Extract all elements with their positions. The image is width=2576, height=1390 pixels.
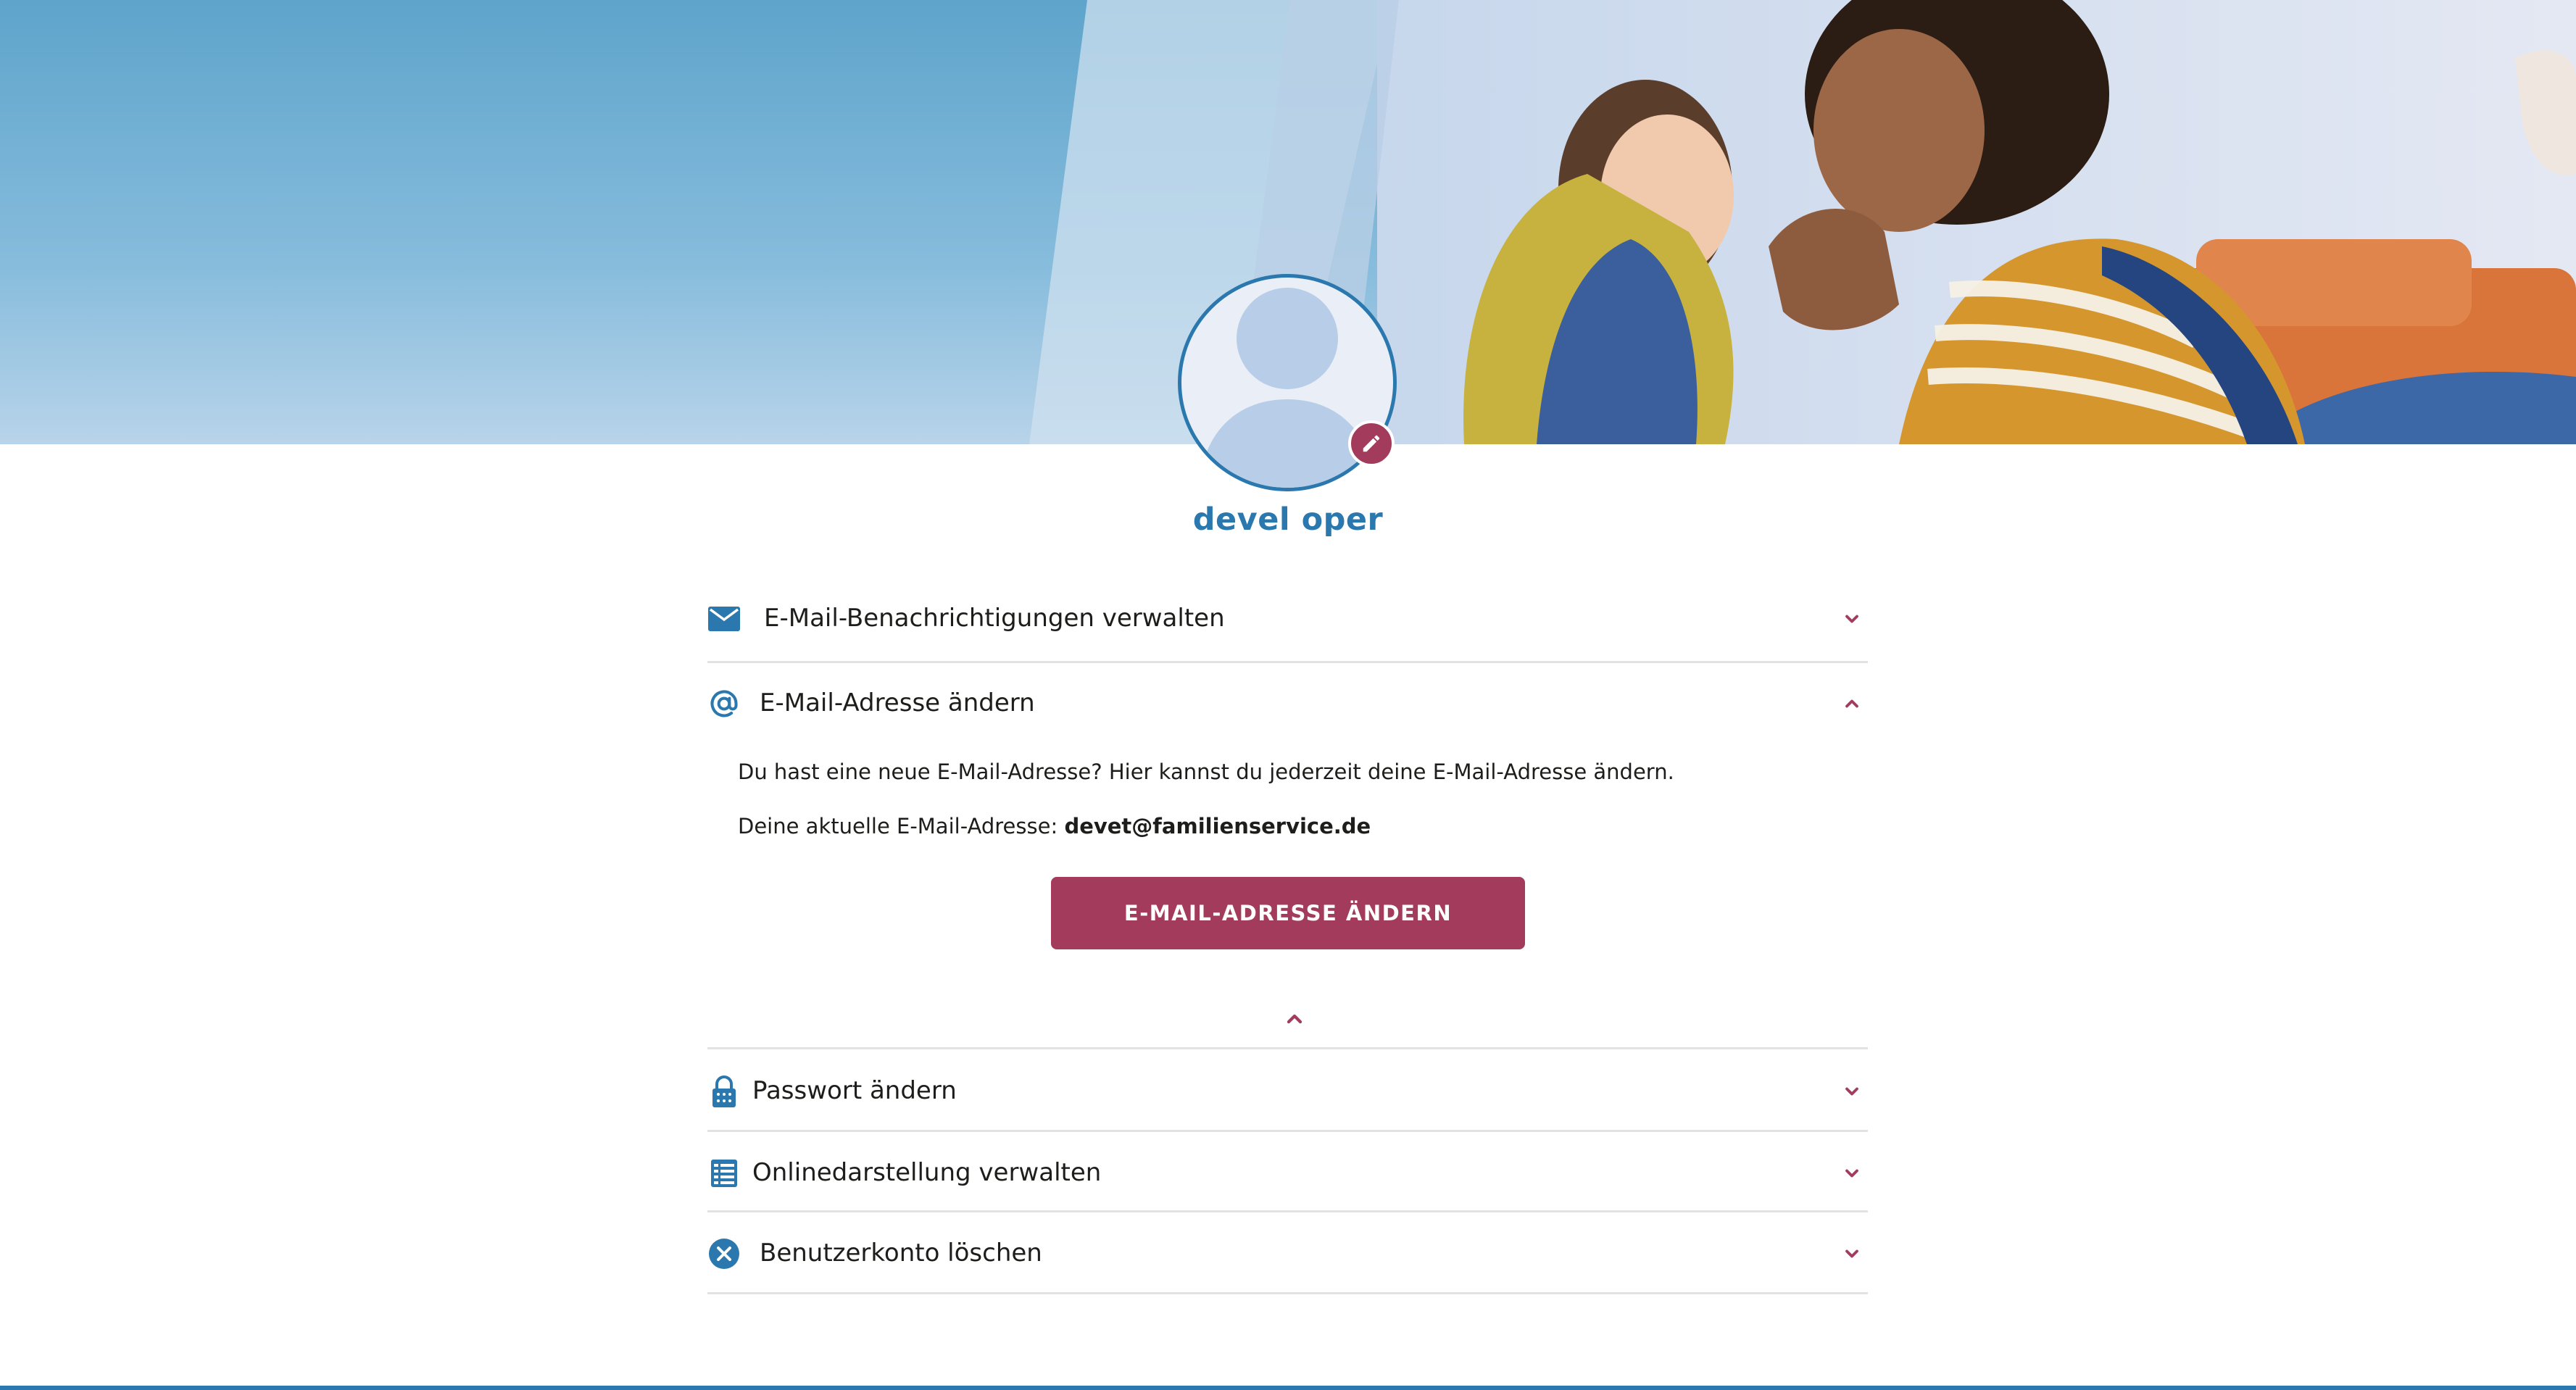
accordion-header-delete[interactable]: Benutzerkonto löschen — [707, 1228, 1868, 1280]
pencil-icon — [1363, 435, 1380, 452]
close-circle-icon — [707, 1237, 741, 1270]
accordion-label-notifications: E-Mail-Benachrichtigungen verwalten — [764, 604, 1225, 633]
accordion-header-email[interactable]: E-Mail-Adresse ändern — [707, 678, 1868, 730]
divider — [707, 1047, 1868, 1049]
profile-avatar — [1178, 274, 1397, 491]
accordion-header-password[interactable]: Passwort ändern — [707, 1065, 1868, 1118]
chevron-down-icon — [1845, 615, 1858, 623]
current-email-label: Deine aktuelle E-Mail-Adresse: — [738, 814, 1065, 838]
divider — [707, 1210, 1868, 1212]
current-email-line: Deine aktuelle E-Mail-Adresse: devet@fam… — [738, 814, 1371, 838]
chevron-down-icon — [1845, 1249, 1858, 1258]
accordion-label-online: Onlinedarstellung verwalten — [752, 1158, 1102, 1187]
accordion-header-notifications[interactable]: E-Mail-Benachrichtigungen verwalten — [707, 593, 1868, 645]
current-email-value: devet@familienservice.de — [1064, 814, 1371, 838]
accordion-label-delete: Benutzerkonto löschen — [760, 1239, 1042, 1268]
change-email-button[interactable]: E-Mail-Adresse ändern — [1051, 877, 1525, 949]
divider — [707, 1292, 1868, 1294]
chevron-down-icon — [1845, 1087, 1858, 1096]
at-sign-icon — [707, 687, 741, 720]
accordion-header-online[interactable]: Onlinedarstellung verwalten — [707, 1147, 1868, 1199]
lock-icon — [707, 1075, 741, 1108]
divider — [707, 1130, 1868, 1132]
accordion-label-password: Passwort ändern — [752, 1076, 957, 1105]
envelope-icon — [707, 602, 741, 636]
chevron-up-icon — [1845, 699, 1858, 708]
list-icon — [707, 1157, 741, 1190]
edit-avatar-button[interactable] — [1348, 420, 1395, 467]
chevron-up-icon — [1287, 1014, 1302, 1024]
footer-border — [0, 1386, 2576, 1390]
divider — [707, 661, 1868, 663]
accordion-label-email: E-Mail-Adresse ändern — [760, 688, 1035, 717]
email-description: Du hast eine neue E-Mail-Adresse? Hier k… — [738, 759, 1674, 784]
chevron-down-icon — [1845, 1169, 1858, 1178]
collapse-section-button[interactable] — [1283, 1007, 1306, 1031]
profile-username: devel oper — [1192, 502, 1384, 538]
